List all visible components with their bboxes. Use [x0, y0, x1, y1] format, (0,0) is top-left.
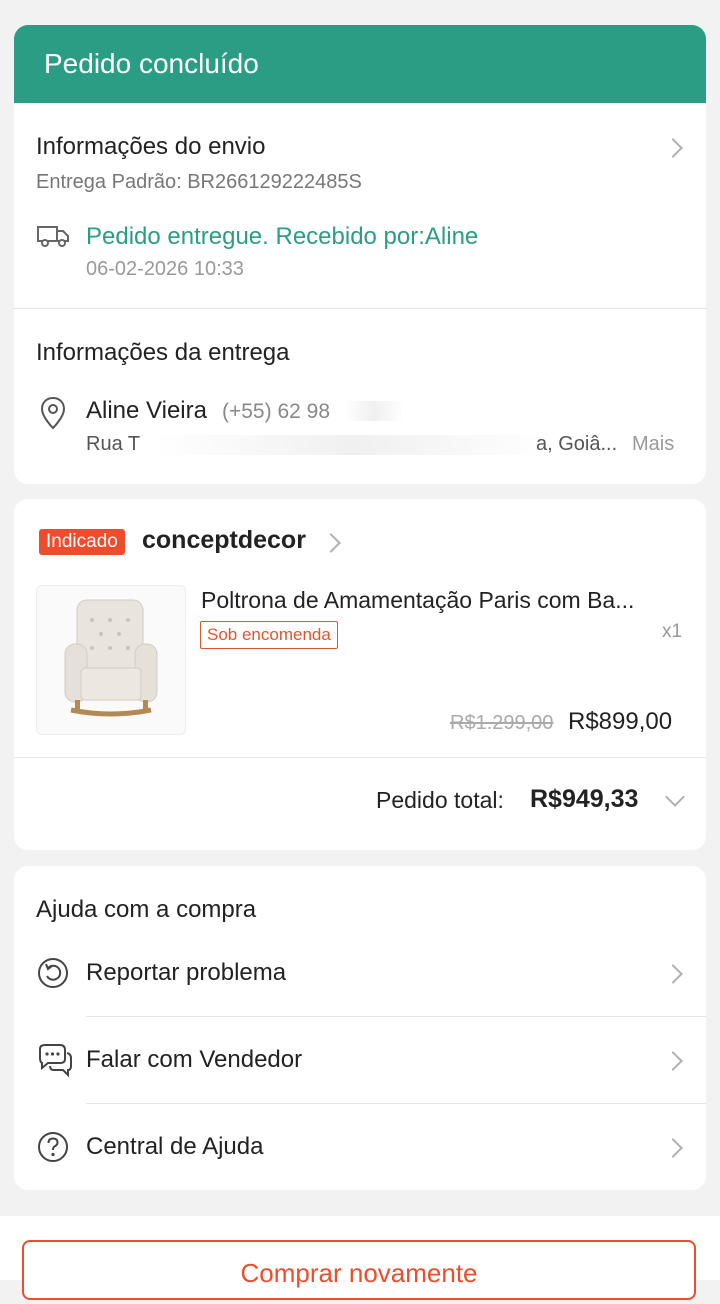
help-item-label: Central de Ajuda — [86, 1133, 264, 1160]
help-item-label: Reportar problema — [86, 959, 287, 986]
order-status-header: Pedido concluído — [14, 25, 706, 103]
indicated-badge: Indicado — [39, 529, 125, 555]
order-total-value: R$949,33 — [530, 785, 639, 813]
made-to-order-tag: Sob encomenda — [200, 621, 338, 649]
address-start: Rua T — [86, 433, 141, 455]
product-name[interactable]: Poltrona de Amamentação Paris com Ba... — [201, 587, 634, 614]
product-price: R$899,00 — [568, 708, 673, 735]
product-image[interactable] — [36, 585, 186, 735]
address-end: a, Goiâ... — [536, 433, 618, 455]
delivery-timestamp: 06-02-2026 10:33 — [86, 258, 244, 280]
delivery-info-title: Informações da entrega — [36, 339, 290, 366]
armchair-icon — [64, 599, 158, 717]
report-problem-item[interactable]: Reportar problema — [14, 930, 706, 1016]
product-quantity: x1 — [662, 621, 683, 642]
recipient-name: Aline Vieira — [86, 397, 207, 424]
shipping-method: Entrega Padrão: BR266129222485S — [36, 171, 362, 193]
product-old-price: R$1.299,00 — [450, 712, 554, 734]
chat-icon — [39, 1044, 72, 1077]
truck-icon — [37, 226, 69, 247]
order-status-title: Pedido concluído — [44, 48, 259, 79]
redacted-address — [154, 435, 554, 455]
help-card: Ajuda com a compra Reportar problema Fal… — [14, 866, 706, 1190]
order-total-row[interactable]: Pedido total: R$949,33 — [14, 758, 706, 850]
help-item-label: Falar com Vendedor — [86, 1046, 303, 1073]
shop-name[interactable]: conceptdecor — [142, 526, 306, 555]
chevron-right-icon — [663, 1051, 683, 1071]
order-status-card: Pedido concluído Informações do envio En… — [14, 25, 706, 484]
help-title: Ajuda com a compra — [36, 896, 257, 923]
shipping-info-title: Informações do envio — [36, 133, 266, 160]
order-total-label: Pedido total: — [376, 787, 504, 813]
order-item-card: Indicado conceptdecor Poltrona de Amamen… — [14, 499, 706, 850]
chevron-right-icon[interactable] — [321, 533, 341, 553]
more-link[interactable]: Mais — [632, 433, 674, 456]
chevron-right-icon — [663, 138, 683, 158]
delivery-info-section[interactable]: Informações da entrega Aline Vieira (+55… — [14, 309, 706, 484]
help-icon — [38, 1132, 68, 1162]
chevron-down-icon — [665, 787, 685, 807]
chevron-right-icon — [663, 964, 683, 984]
contact-seller-item[interactable]: Falar com Vendedor — [14, 1017, 706, 1103]
help-center-item[interactable]: Central de Ajuda — [14, 1104, 706, 1190]
buy-again-button[interactable]: Comprar novamente — [22, 1240, 696, 1300]
location-pin-icon — [40, 396, 66, 430]
shipping-info-section[interactable]: Informações do envio Entrega Padrão: BR2… — [14, 103, 706, 308]
redacted-phone — [344, 401, 404, 421]
delivery-status: Pedido entregue. Recebido por:Aline — [86, 223, 479, 250]
report-icon — [38, 958, 68, 988]
recipient-phone: (+55) 62 98 — [222, 400, 330, 423]
chevron-right-icon — [663, 1138, 683, 1158]
